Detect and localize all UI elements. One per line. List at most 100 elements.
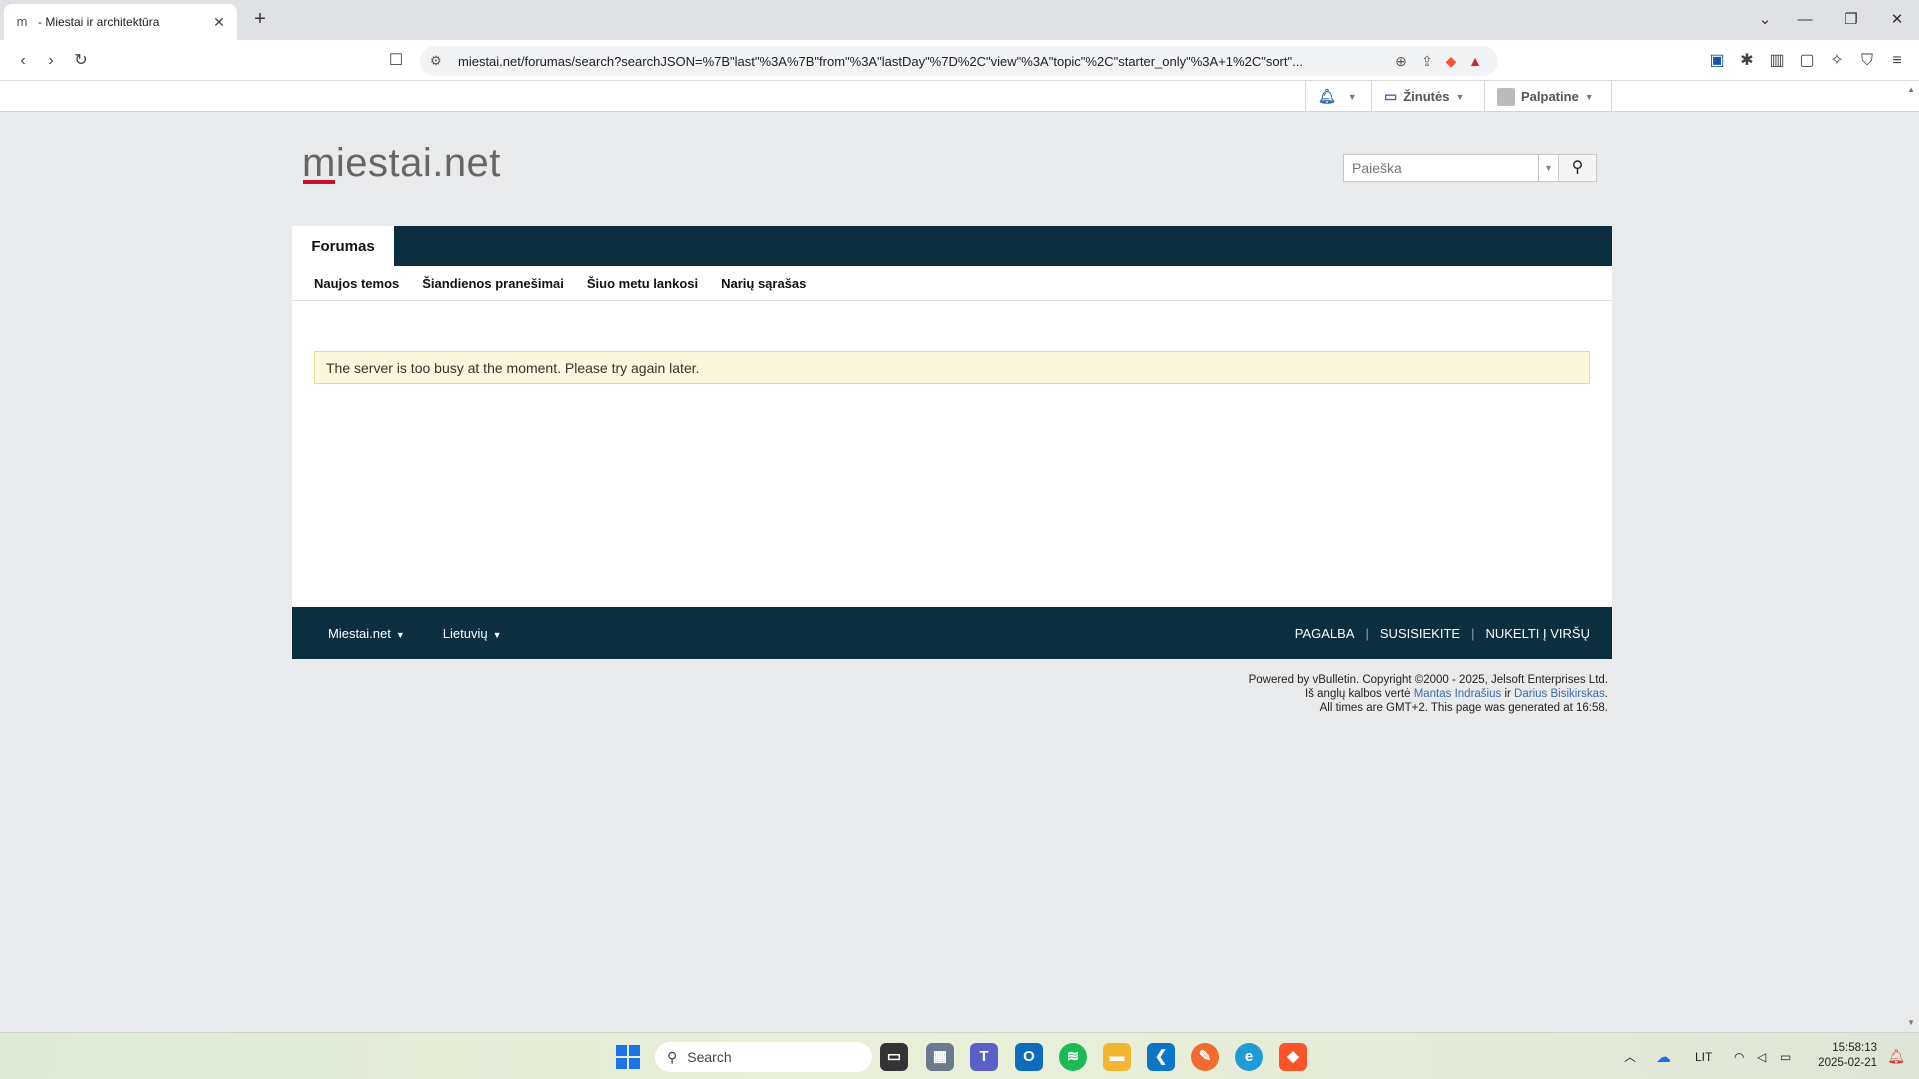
battery-icon[interactable]: ▭	[1780, 1033, 1791, 1079]
username: Palpatine	[1521, 89, 1579, 104]
sub-nav: Naujos temos Šiandienos pranešimai Šiuo …	[292, 266, 1612, 301]
browser-tab-active[interactable]: m - Miestai ir architektūra ✕	[4, 4, 237, 40]
footer-language-menu[interactable]: Lietuvių ▼	[443, 626, 502, 641]
vpn-shield-icon[interactable]: ⛉	[1854, 48, 1880, 74]
translator-link-1[interactable]: Mantas Indrašius	[1414, 688, 1502, 700]
file-explorer-icon[interactable]: ▬	[1103, 1043, 1131, 1071]
minimize-button[interactable]: —	[1790, 8, 1820, 32]
clock-date: 2025-02-21	[1818, 1057, 1877, 1069]
clock-time: 15:58:13	[1832, 1042, 1877, 1054]
scrollbar-down-arrow-icon[interactable]: ▼	[1907, 1018, 1915, 1027]
speech-bubble-icon: ▭	[1384, 88, 1398, 104]
wifi-icon[interactable]: ◠	[1734, 1033, 1744, 1079]
credits-prefix: Iš anglų kalbos vertė	[1305, 688, 1414, 700]
search-icon: ⚲	[1571, 159, 1584, 176]
bookmark-icon[interactable]: ☐	[383, 48, 409, 74]
vscode-icon[interactable]: ❮	[1147, 1043, 1175, 1071]
spotify-icon[interactable]: ≋	[1059, 1043, 1087, 1071]
footer-language-label: Lietuvių	[442, 625, 488, 641]
taskbar-search-label: Search	[687, 1049, 732, 1065]
forward-button[interactable]: ›	[38, 48, 64, 74]
search-input[interactable]	[1343, 154, 1539, 182]
notification-bell-icon[interactable]: 🔔︎	[1887, 1048, 1905, 1065]
site-info-icon[interactable]: ⚙	[430, 53, 450, 69]
error-notice: The server is too busy at the moment. Pl…	[314, 351, 1590, 384]
notifications-menu[interactable]: 🔔︎ ▼	[1305, 81, 1369, 112]
outlook-icon[interactable]: O	[1015, 1043, 1043, 1071]
brave-shields-icon[interactable]: ◆	[1440, 50, 1462, 72]
credits-powered-by: Powered by vBulletin. Copyright ©2000 - …	[1248, 674, 1608, 686]
back-button[interactable]: ‹	[10, 48, 36, 74]
footer-credits: Powered by vBulletin. Copyright ©2000 - …	[1249, 673, 1608, 715]
pen-app-icon[interactable]: ✎	[1191, 1043, 1219, 1071]
leo-ai-icon[interactable]: ✧	[1824, 48, 1850, 74]
close-tab-icon[interactable]: ✕	[211, 14, 227, 31]
credits-translation: Iš anglų kalbos vertė Mantas Indrašius i…	[1249, 687, 1608, 701]
close-window-button[interactable]: ✕	[1882, 8, 1912, 32]
credits-timezone: All times are GMT+2. This page was gener…	[1319, 702, 1608, 714]
caret-down-icon: ▼	[395, 629, 405, 640]
reload-button[interactable]: ↻	[68, 48, 94, 74]
browser-tab-bar: m - Miestai ir architektūra ✕ + ⌄ — ❐ ✕	[0, 0, 1919, 40]
brave-rewards-icon[interactable]: ▲	[1462, 53, 1488, 69]
subnav-todays-posts[interactable]: Šiandienos pranešimai	[422, 276, 564, 291]
messages-label: Žinutės	[1403, 89, 1450, 104]
clock[interactable]: 15:58:13 2025-02-21	[1818, 1041, 1877, 1071]
search-icon: ⚲	[667, 1048, 678, 1065]
user-menu[interactable]: Palpatine ▼	[1484, 81, 1612, 112]
zoom-icon[interactable]: ⊕	[1388, 53, 1414, 70]
avatar	[1497, 87, 1515, 106]
search-options-dropdown[interactable]: ▼	[1539, 154, 1559, 182]
subnav-whos-online[interactable]: Šiuo metu lankosi	[587, 276, 698, 291]
edge-icon[interactable]: e	[1235, 1043, 1263, 1071]
main-nav: Forumas	[292, 226, 1612, 266]
calculator-icon[interactable]: ▦	[926, 1043, 954, 1071]
menu-icon[interactable]: ≡	[1884, 48, 1910, 74]
site-search: ▼ ⚲	[1343, 154, 1597, 182]
volume-icon[interactable]: ◁	[1757, 1033, 1766, 1079]
separator: |	[1365, 625, 1369, 641]
user-bar: 🔔︎ ▼ ▭ Žinutės ▼ Palpatine ▼ ▲	[0, 81, 1919, 112]
share-icon[interactable]: ⇪	[1414, 53, 1440, 70]
messages-menu[interactable]: ▭ Žinutės ▼	[1371, 81, 1476, 112]
onedrive-icon[interactable]: ☁	[1656, 1033, 1671, 1079]
tab-forumas[interactable]: Forumas	[292, 226, 394, 266]
caret-down-icon: ▼	[1455, 91, 1465, 102]
credits-mid: ir	[1501, 688, 1515, 700]
footer-contact-link[interactable]: SUSISIEKITE	[1380, 626, 1460, 641]
address-bar[interactable]: ⚙ miestai.net/forumas/search?searchJSON=…	[420, 46, 1498, 76]
url-text[interactable]: miestai.net/forumas/search?searchJSON=%7…	[458, 54, 1388, 69]
main-content: The server is too busy at the moment. Pl…	[292, 301, 1612, 607]
web-page: 🔔︎ ▼ ▭ Žinutės ▼ Palpatine ▼ ▲ miestai.n…	[0, 81, 1919, 1032]
task-view-icon[interactable]: ▭	[880, 1043, 908, 1071]
wallet-icon[interactable]: ▢	[1794, 48, 1820, 74]
scrollbar-up-arrow-icon[interactable]: ▲	[1907, 85, 1915, 94]
taskbar: ⚲ Search ▭ ▦ T O ≋ ▬ ❮ ✎ e ◆ ︿ ☁ LIT ◠ ◁…	[0, 1032, 1919, 1079]
footer-help-link[interactable]: PAGALBA	[1295, 626, 1355, 641]
subnav-new-topics[interactable]: Naujos temos	[314, 276, 399, 291]
site-favicon-icon: m	[16, 14, 28, 29]
start-button[interactable]	[616, 1045, 640, 1069]
bell-icon: 🔔︎	[1318, 88, 1336, 104]
caret-down-icon: ▼	[1584, 91, 1594, 102]
brave-browser-icon[interactable]: ◆	[1279, 1043, 1307, 1071]
extension-icon[interactable]: ▣	[1704, 48, 1730, 74]
new-tab-button[interactable]: +	[248, 8, 272, 32]
sidebar-icon[interactable]: ▥	[1764, 48, 1790, 74]
credits-suffix: .	[1604, 688, 1608, 700]
tab-title: - Miestai ir architektūra	[38, 15, 160, 29]
extensions-puzzle-icon[interactable]: ✱	[1734, 48, 1760, 74]
teams-icon[interactable]: T	[970, 1043, 998, 1071]
footer-top-link[interactable]: NUKELTI Į VIRŠŲ	[1485, 626, 1590, 641]
taskbar-search[interactable]: ⚲ Search	[655, 1042, 872, 1072]
footer-site-menu[interactable]: Miestai.net ▼	[328, 626, 405, 641]
input-language[interactable]: LIT	[1695, 1033, 1712, 1079]
translator-link-2[interactable]: Darius Bisikirskas	[1514, 688, 1605, 700]
restore-button[interactable]: ❐	[1836, 8, 1866, 32]
tray-overflow-chevron-up-icon[interactable]: ︿	[1624, 1033, 1636, 1079]
separator: |	[1471, 625, 1475, 641]
footer-bar: Miestai.net ▼ Lietuvių ▼ PAGALBA | SUSISIE…	[292, 607, 1612, 659]
tab-search-chevron-down-icon[interactable]: ⌄	[1750, 8, 1780, 32]
search-button[interactable]: ⚲	[1559, 154, 1597, 182]
subnav-member-list[interactable]: Narių sąrašas	[721, 276, 806, 291]
